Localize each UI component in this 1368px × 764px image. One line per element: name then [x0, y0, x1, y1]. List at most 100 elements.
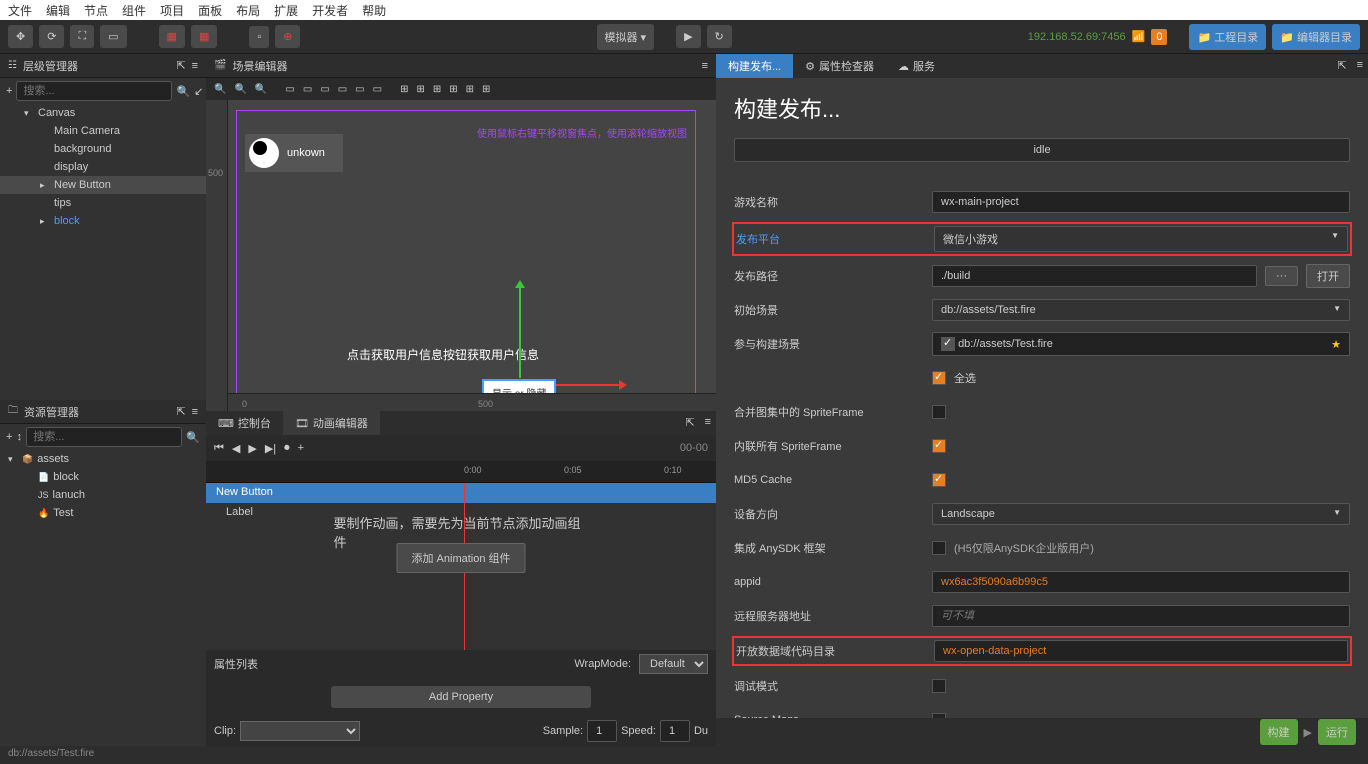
game-name-input[interactable]: [932, 191, 1350, 213]
record-icon[interactable]: ⏺: [284, 442, 290, 455]
prev-frame-icon[interactable]: ◀: [232, 442, 240, 455]
start-scene-select[interactable]: db://assets/Test.fire: [932, 299, 1350, 321]
md5-checkbox[interactable]: [932, 473, 946, 487]
editor-dir-button[interactable]: 📁 编辑器目录: [1272, 24, 1360, 50]
reload-button[interactable]: ↻: [707, 25, 732, 48]
tab-animation[interactable]: 🎞 动画编辑器: [283, 411, 380, 435]
scene-viewport[interactable]: 500 0 使用鼠标右键平移视窗焦点，使用滚轮缩放视图 unkown 点击获取用…: [206, 100, 716, 411]
include-scene-item[interactable]: db://assets/Test.fire★: [932, 332, 1350, 356]
hier-display[interactable]: display: [0, 158, 206, 176]
hier-New Button[interactable]: ▸New Button: [0, 176, 206, 194]
tool-d[interactable]: ⊕: [275, 25, 300, 48]
zoom-in-icon[interactable]: 🔍: [212, 84, 228, 95]
menu-icon[interactable]: ≡: [192, 406, 198, 418]
refresh-tool[interactable]: ⟳: [39, 25, 64, 48]
y-axis-arrow[interactable]: [519, 283, 521, 378]
zoom-fit-icon[interactable]: 🔍: [232, 84, 248, 95]
tab-service[interactable]: ☁ 服务: [886, 54, 947, 78]
hierarchy-search[interactable]: [16, 81, 172, 101]
build-path-input[interactable]: [932, 265, 1257, 287]
orientation-select[interactable]: Landscape: [932, 503, 1350, 525]
menu-文件[interactable]: 文件: [8, 2, 32, 18]
collapse-icon[interactable]: ↙: [194, 85, 203, 98]
play-button[interactable]: ▶: [676, 25, 700, 48]
run-button[interactable]: 运行: [1318, 719, 1356, 745]
menu-布局[interactable]: 布局: [236, 2, 260, 18]
dock-icon[interactable]: ⇱: [176, 405, 185, 418]
rect-tool[interactable]: ▭: [100, 25, 126, 48]
time-ruler[interactable]: 0:00 0:05 0:10: [206, 461, 716, 483]
menu-icon[interactable]: ≡: [1352, 54, 1368, 78]
hier-tips[interactable]: tips: [0, 194, 206, 212]
project-dir-button[interactable]: 📁 工程目录: [1189, 24, 1266, 50]
sample-input[interactable]: [587, 720, 617, 742]
menu-icon[interactable]: ≡: [702, 60, 708, 72]
tool-a[interactable]: ▦: [159, 25, 185, 48]
platform-select[interactable]: 微信小游戏: [934, 226, 1348, 252]
asset-Test[interactable]: 🔥 Test: [0, 504, 206, 522]
menu-面板[interactable]: 面板: [198, 2, 222, 18]
add-key-icon[interactable]: +: [298, 442, 304, 454]
add-asset-button[interactable]: +: [6, 431, 12, 443]
build-title: 构建发布...: [734, 92, 1350, 124]
wrapmode-select[interactable]: Default: [639, 654, 708, 674]
debug-checkbox[interactable]: [932, 679, 946, 693]
move-tool[interactable]: ✥: [8, 25, 33, 48]
dock-icon[interactable]: ⇱: [680, 411, 699, 435]
open-button[interactable]: 打开: [1306, 264, 1350, 288]
menu-项目[interactable]: 项目: [160, 2, 184, 18]
atlas-checkbox[interactable]: [932, 405, 946, 419]
play-icon[interactable]: ▶: [248, 442, 256, 455]
track-new-button[interactable]: New Button: [206, 483, 716, 503]
speed-input[interactable]: [660, 720, 690, 742]
menu-开发者[interactable]: 开发者: [312, 2, 348, 18]
add-animation-button[interactable]: 添加 Animation 组件: [396, 543, 525, 573]
inline-checkbox[interactable]: [932, 439, 946, 453]
tool-c[interactable]: ▫: [249, 26, 269, 48]
asset-assets[interactable]: ▾📦 assets: [0, 450, 206, 468]
tool-b[interactable]: ▦: [191, 25, 217, 48]
menu-节点[interactable]: 节点: [84, 2, 108, 18]
add-property-button[interactable]: Add Property: [331, 686, 591, 708]
appid-input[interactable]: [932, 571, 1350, 593]
menu-icon[interactable]: ≡: [700, 411, 716, 435]
notif-badge[interactable]: 0: [1151, 29, 1167, 45]
menu-编辑[interactable]: 编辑: [46, 2, 70, 18]
zoom-out-icon[interactable]: 🔍: [253, 84, 269, 95]
dock-icon[interactable]: ⇱: [1332, 54, 1351, 78]
search-icon[interactable]: 🔍: [176, 85, 190, 98]
anim-track-area[interactable]: New Button Label 要制作动画，需要先为当前节点添加动画组件 添加…: [206, 483, 716, 650]
open-data-input[interactable]: [934, 640, 1348, 662]
menu-扩展[interactable]: 扩展: [274, 2, 298, 18]
hier-Canvas[interactable]: ▾Canvas: [0, 104, 206, 122]
build-button[interactable]: 构建: [1260, 719, 1298, 745]
asset-block[interactable]: 📄 block: [0, 468, 206, 486]
sort-button[interactable]: ↕: [16, 431, 22, 443]
simulator-dropdown[interactable]: 模拟器 ▾: [597, 24, 655, 50]
hier-Main Camera[interactable]: Main Camera: [0, 122, 206, 140]
tab-build[interactable]: 构建发布...: [716, 54, 793, 78]
browse-button[interactable]: ···: [1265, 266, 1298, 286]
select-all-checkbox[interactable]: [932, 371, 946, 385]
scene-canvas[interactable]: 使用鼠标右键平移视窗焦点，使用滚轮缩放视图 unkown 点击获取用户信息按钮获…: [236, 110, 696, 411]
dock-icon[interactable]: ⇱: [176, 59, 185, 72]
menu-icon[interactable]: ≡: [192, 60, 198, 72]
rewind-icon[interactable]: ⏮: [214, 442, 224, 455]
clip-select[interactable]: [240, 721, 360, 741]
search-icon[interactable]: 🔍: [186, 431, 200, 444]
scene-checkbox[interactable]: [941, 337, 955, 351]
hier-background[interactable]: background: [0, 140, 206, 158]
hier-block[interactable]: ▸block: [0, 212, 206, 230]
asset-lanuch[interactable]: JS lanuch: [0, 486, 206, 504]
assets-search[interactable]: [26, 427, 182, 447]
avatar-widget[interactable]: unkown: [245, 134, 343, 172]
tab-inspector[interactable]: ⚙ 属性检查器: [793, 54, 886, 78]
menu-帮助[interactable]: 帮助: [362, 2, 386, 18]
tab-console[interactable]: ⌨ 控制台: [206, 411, 283, 435]
add-node-button[interactable]: +: [6, 85, 12, 97]
next-frame-icon[interactable]: ▶|: [265, 442, 276, 455]
remote-url-input[interactable]: [932, 605, 1350, 627]
menu-组件[interactable]: 组件: [122, 2, 146, 18]
expand-tool[interactable]: ⛶: [70, 25, 94, 48]
anysdk-checkbox[interactable]: [932, 541, 946, 555]
